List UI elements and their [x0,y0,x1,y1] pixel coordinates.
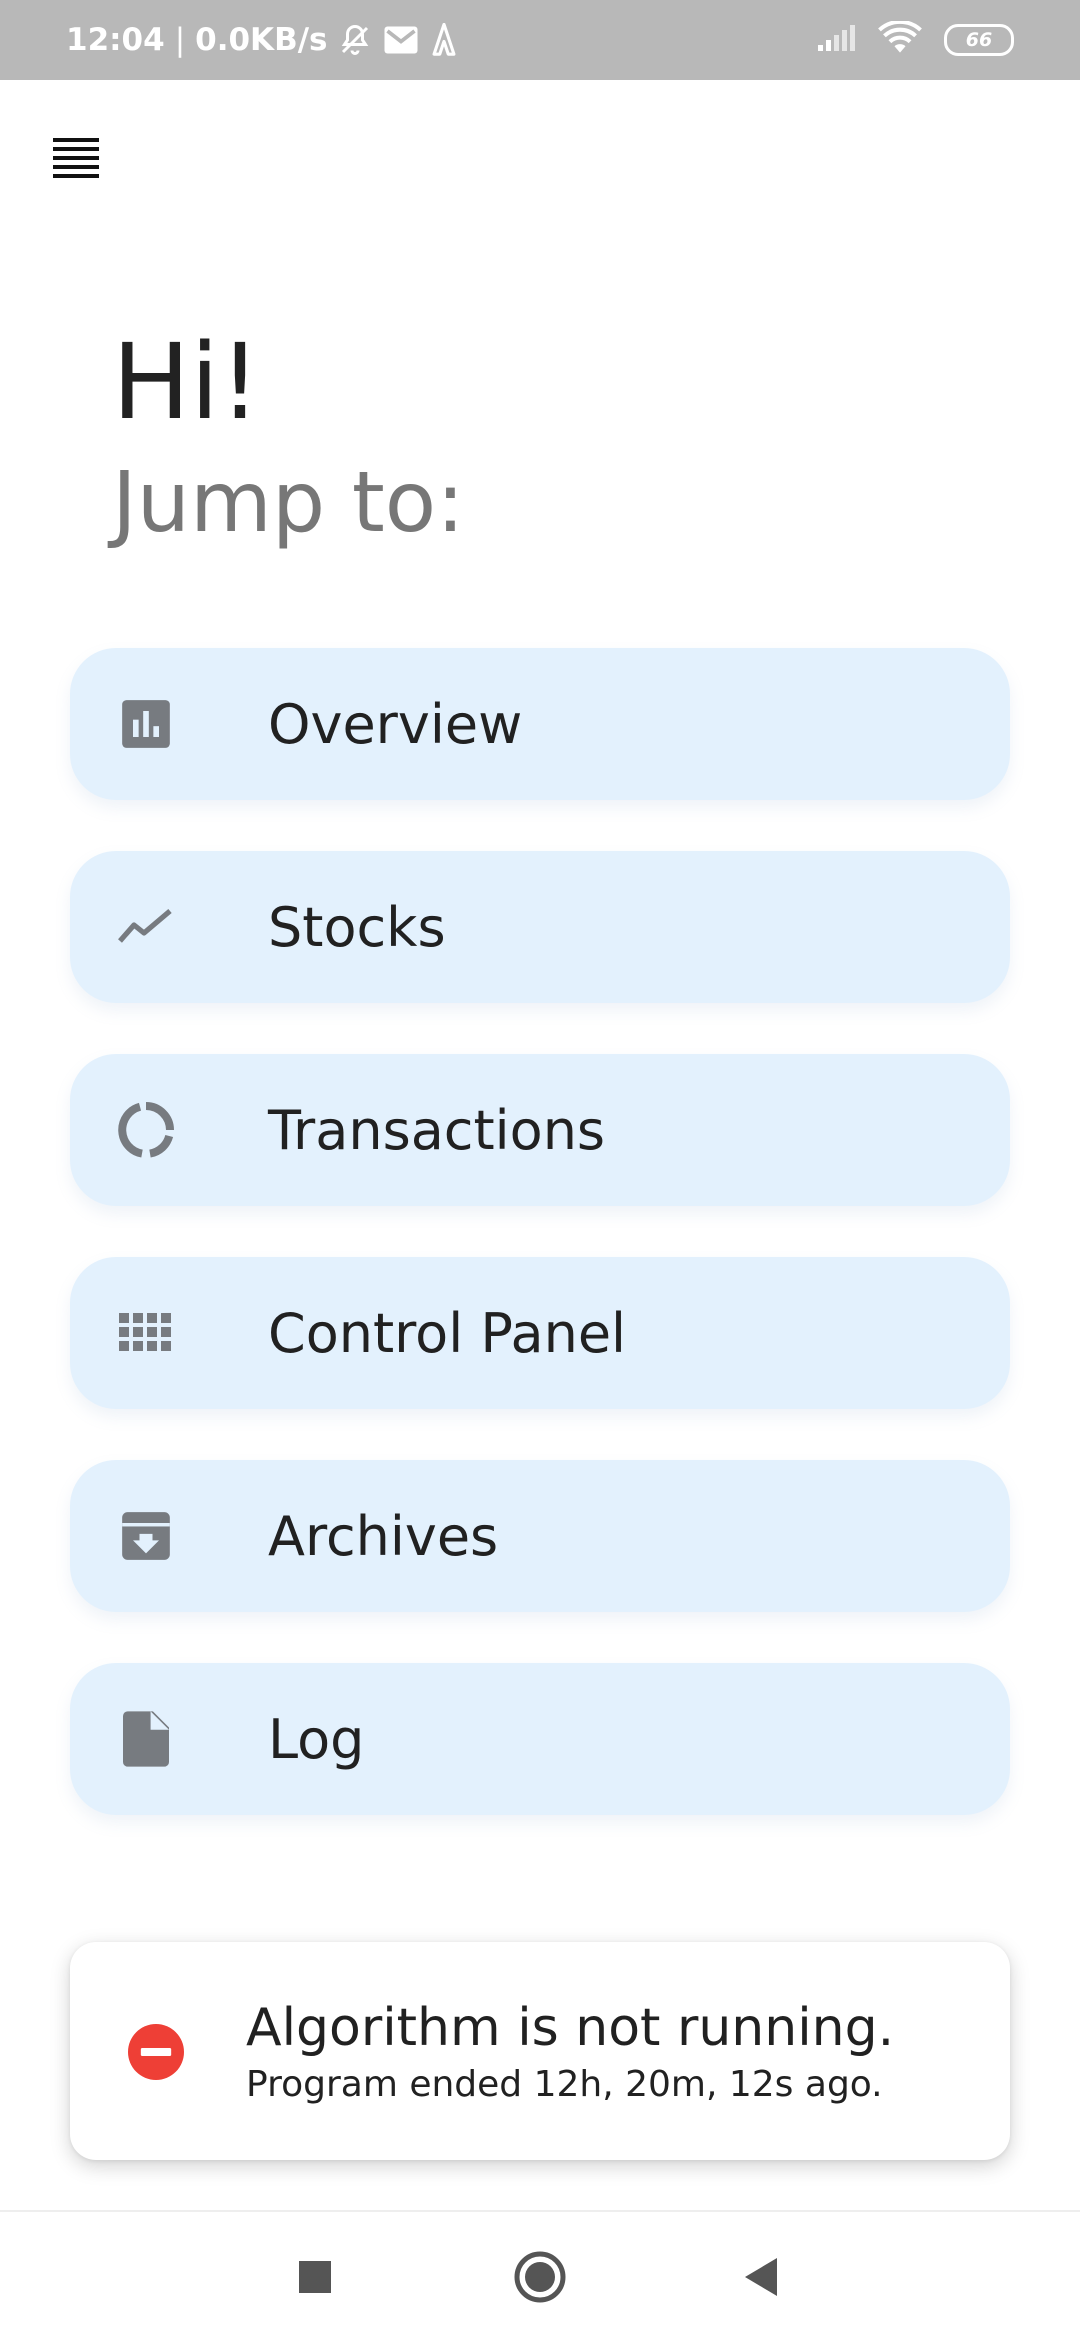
nav-item-stocks[interactable]: Stocks [70,851,1010,1003]
app-screen: 12:04 | 0.0KB/s 66 Hi! Jump to: Overview… [0,0,1080,2340]
status-separator: | [174,22,186,58]
status-time: 12:04 [66,22,165,58]
battery-level: 66 [965,29,993,51]
recents-icon [299,2261,331,2293]
status-bar-left: 12:04 | 0.0KB/s [66,0,459,80]
recents-button[interactable] [280,2242,350,2312]
nav-item-overview[interactable]: Overview [70,648,1010,800]
nav-item-control-panel[interactable]: Control Panel [70,1257,1010,1409]
nav-label-archives: Archives [268,1504,499,1568]
nav-item-transactions[interactable]: Transactions [70,1054,1010,1206]
archive-icon [116,1506,176,1566]
donut-chart-icon [116,1100,176,1160]
hamburger-menu-icon [53,138,99,178]
stop-circle-icon [128,2024,184,2080]
home-icon [514,2251,566,2303]
document-icon [116,1709,176,1769]
status-net-speed: 0.0KB/s [195,22,328,58]
trending-line-icon [116,897,176,957]
back-button[interactable] [726,2242,796,2312]
status-bar-right: 66 [816,0,1014,80]
home-button[interactable] [505,2242,575,2312]
greeting-heading: Hi! [112,321,261,443]
back-icon [745,2258,777,2296]
navigation-list: Overview Stocks Transactions Control Pan… [70,648,1010,1866]
algorithm-status-card[interactable]: Algorithm is not running. Program ended … [70,1942,1010,2160]
nav-label-control-panel: Control Panel [268,1301,627,1365]
nav-item-log[interactable]: Log [70,1663,1010,1815]
nav-label-log: Log [268,1707,365,1771]
mute-icon [337,22,373,58]
status-title: Algorithm is not running. [246,1998,895,2058]
status-bar: 12:04 | 0.0KB/s 66 [0,0,1080,80]
app-notification-icon [429,23,459,57]
status-detail: Program ended 12h, 20m, 12s ago. [246,2064,883,2105]
battery-icon: 66 [944,24,1014,56]
bar-chart-icon [116,694,176,754]
grid-icon [116,1303,176,1363]
jump-to-subtitle: Jump to: [112,453,465,551]
signal-icon [816,23,856,58]
nav-label-transactions: Transactions [268,1098,606,1162]
wifi-icon [878,19,922,60]
nav-label-overview: Overview [268,692,523,756]
mail-icon [383,25,419,55]
nav-item-archives[interactable]: Archives [70,1460,1010,1612]
nav-label-stocks: Stocks [268,895,446,959]
menu-button[interactable] [48,128,106,186]
system-navigation-bar [0,2210,1080,2340]
